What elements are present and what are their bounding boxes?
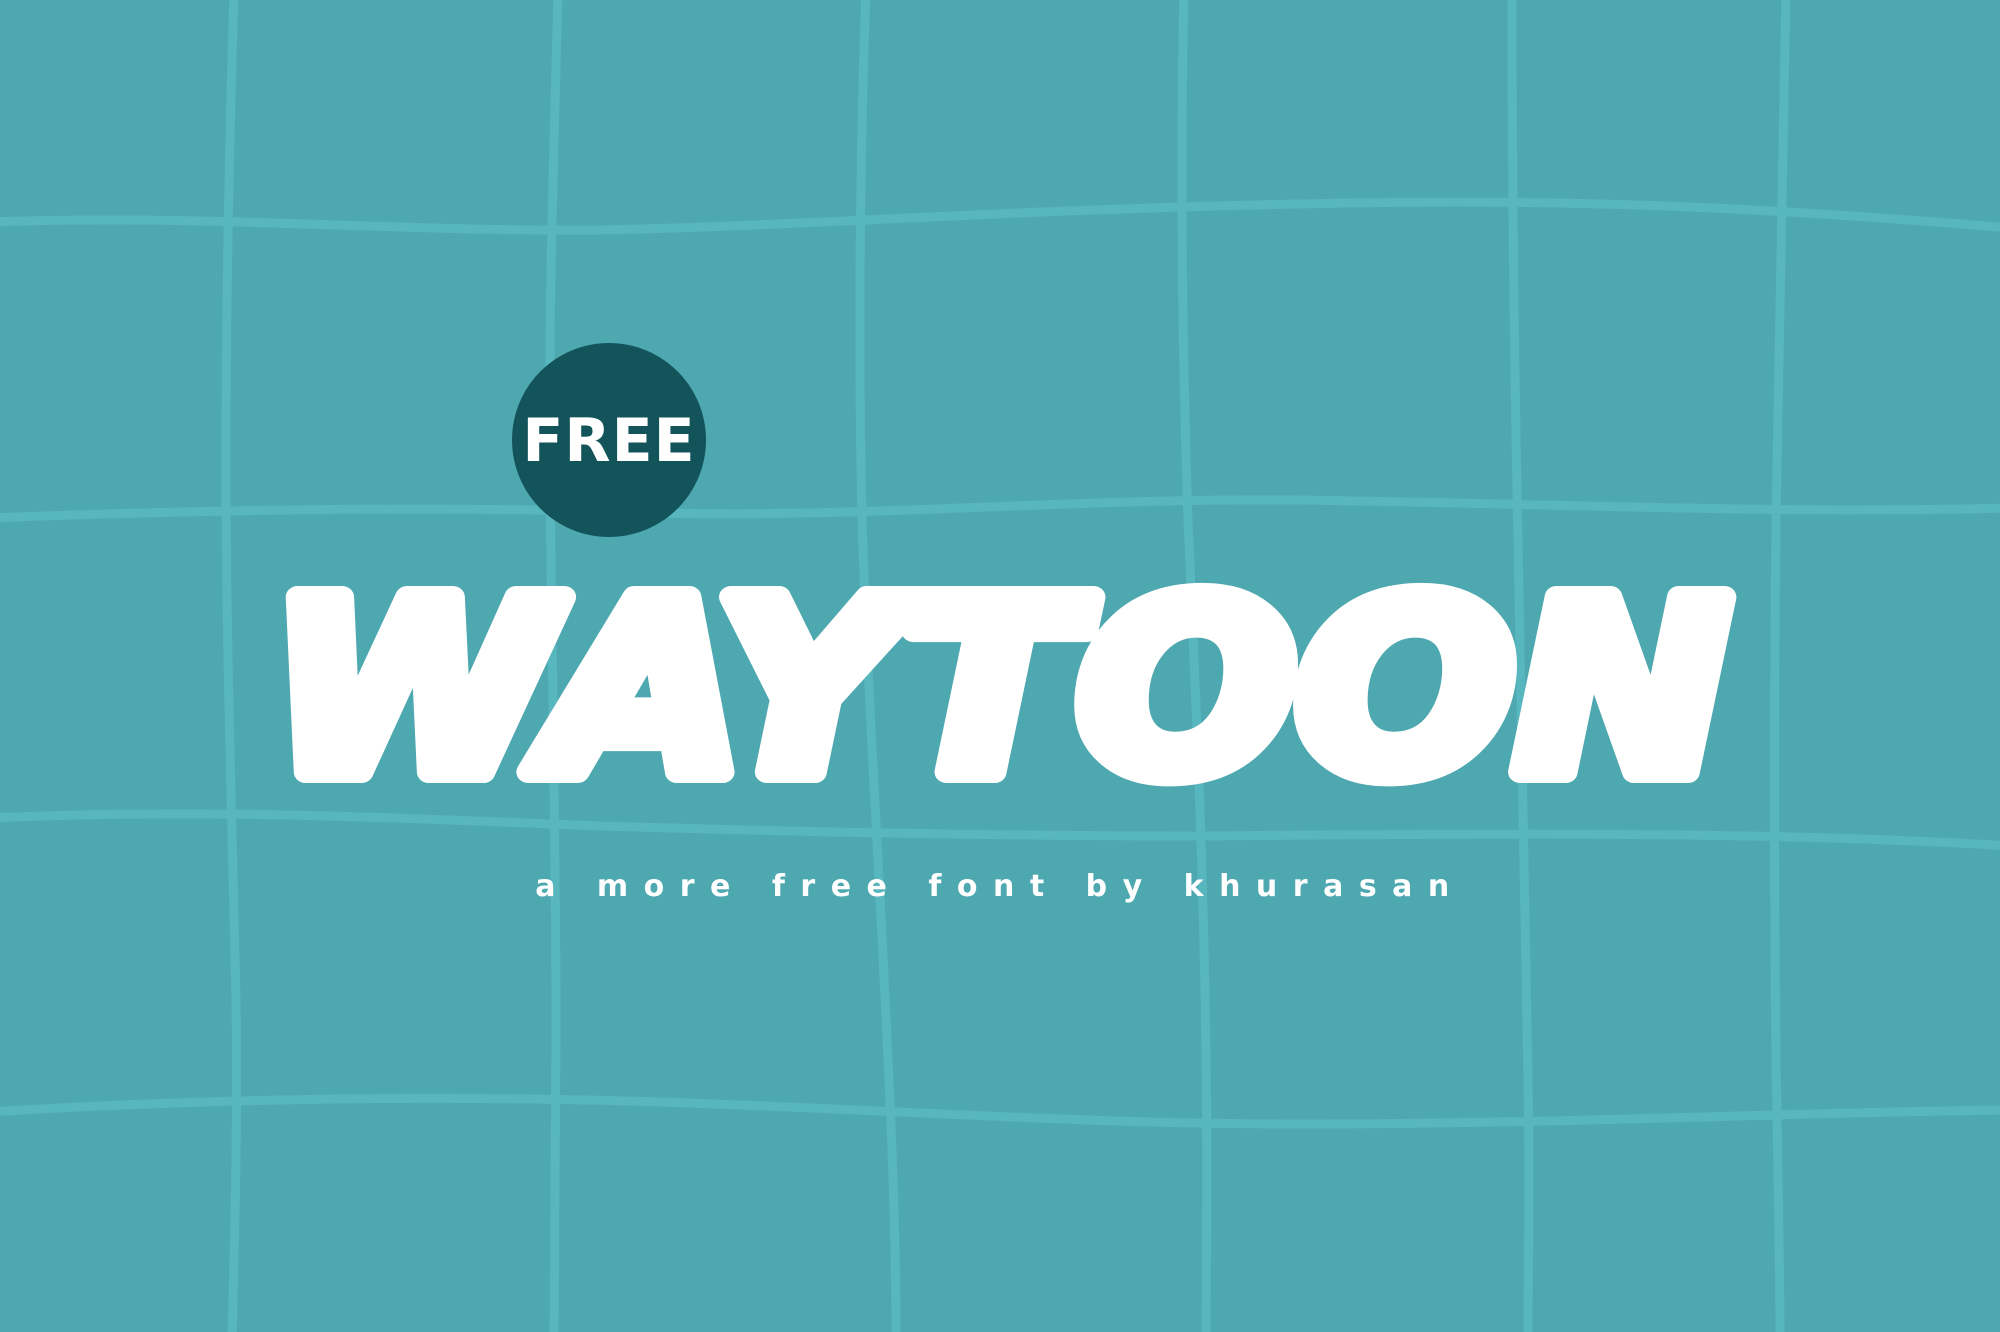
tagline: a more free font by khurasan (535, 869, 1465, 904)
title-wordmark-graphic: WAYTOON (259, 538, 1741, 840)
cover-canvas: FREE WAYTOON a more free font by khurasa… (0, 0, 2000, 1332)
font-title: WAYTOON (270, 549, 1730, 829)
